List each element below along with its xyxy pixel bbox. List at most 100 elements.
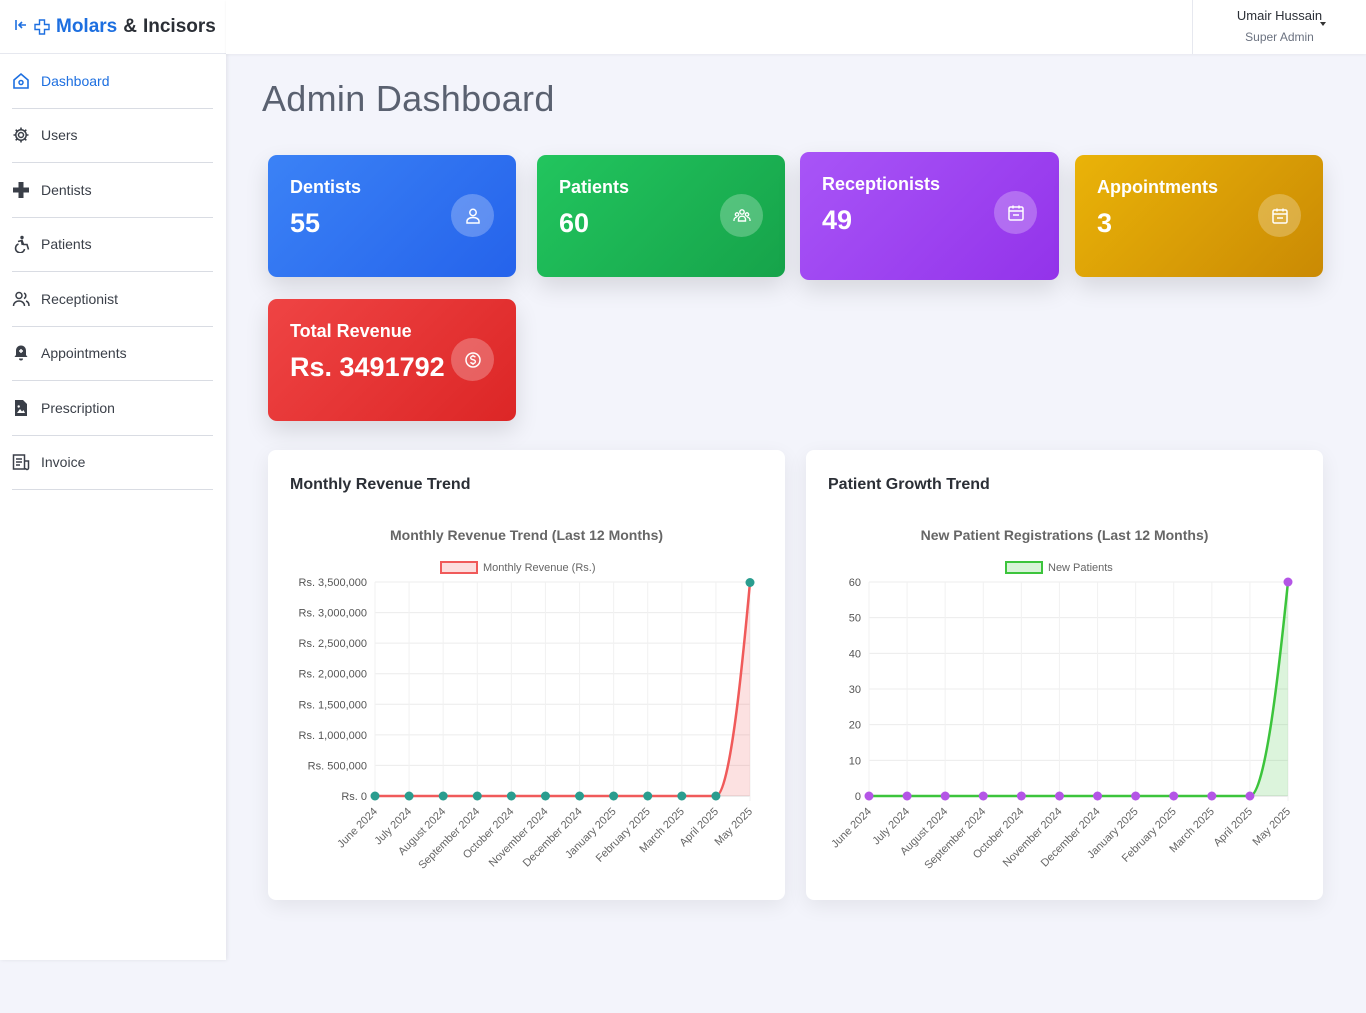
data-point	[643, 791, 653, 801]
stat-card-patients[interactable]: Patients 60	[537, 155, 785, 277]
sidebar-item-dashboard[interactable]: Dashboard	[12, 54, 213, 109]
sidebar-item-label: Dashboard	[41, 72, 110, 89]
x-tick-label: September 2024	[416, 806, 482, 872]
sidebar-item-label: Appointments	[41, 345, 127, 362]
y-tick-label: 30	[849, 684, 861, 696]
sidebar-item-label: Invoice	[41, 454, 86, 471]
x-tick-label: April 2025	[1212, 806, 1256, 850]
brand: Molars & Incisors	[0, 0, 226, 54]
user-role: Super Admin	[1245, 30, 1314, 44]
data-point	[540, 791, 550, 801]
y-tick-label: Rs. 1,500,000	[299, 699, 368, 711]
sidebar-item-label: Receptionist	[41, 290, 119, 307]
topbar: Umair Hussain Super Admin	[226, 0, 1366, 54]
sidebar-item-users[interactable]: Users	[12, 109, 213, 163]
data-point	[711, 791, 721, 801]
medical-cross-icon	[34, 18, 50, 35]
panel-title: Patient Growth Trend	[828, 476, 990, 493]
x-tick-label: December 2024	[521, 806, 585, 870]
legend-swatch	[1005, 561, 1043, 574]
receipt-icon	[12, 454, 30, 471]
y-tick-label: Rs. 500,000	[308, 760, 367, 772]
data-point	[978, 791, 988, 801]
data-point	[745, 578, 755, 588]
revenue-line-chart: Monthly Revenue Trend (Last 12 Months) Mo…	[299, 527, 756, 872]
data-point	[1054, 791, 1064, 801]
file-image-icon	[15, 399, 27, 416]
stat-card-appointments[interactable]: Appointments 3	[1075, 155, 1323, 277]
data-point	[575, 791, 585, 801]
data-point	[370, 791, 380, 801]
y-tick-label: Rs. 1,000,000	[299, 730, 368, 742]
series-area	[375, 582, 750, 796]
brand-name-part1: Molars	[56, 15, 118, 37]
legend-swatch	[440, 561, 478, 574]
data-point	[472, 791, 482, 801]
sidebar-item-label: Patients	[41, 236, 92, 253]
bell-icon	[14, 345, 28, 361]
y-tick-label: 60	[849, 577, 861, 589]
accessibility-icon	[14, 236, 30, 254]
sidebar-item-label: Prescription	[41, 399, 115, 416]
data-point	[677, 791, 687, 801]
x-tick-label: May 2025	[1250, 806, 1293, 849]
x-tick-label: June 2024	[335, 806, 380, 851]
stat-card-receptionists[interactable]: Receptionists 49	[800, 152, 1059, 280]
user-name: Umair Hussain	[1236, 8, 1323, 23]
data-point	[609, 791, 619, 801]
sidebar-item-invoice[interactable]: Invoice	[12, 436, 213, 490]
data-point	[438, 791, 448, 801]
y-tick-label: 50	[849, 613, 861, 625]
chart-title: New Patient Registrations (Last 12 Month…	[921, 527, 1209, 543]
sidebar-item-dentists[interactable]: Dentists	[12, 163, 213, 218]
stat-card-dentists[interactable]: Dentists 55	[268, 155, 516, 277]
dollar-circle-icon	[451, 338, 494, 381]
page-title: Admin Dashboard	[262, 78, 555, 119]
patient-growth-panel: Patient Growth Trend New Patient Registr…	[806, 450, 1323, 900]
y-tick-label: Rs. 3,000,000	[299, 608, 368, 620]
data-point	[404, 791, 414, 801]
chevron-down-icon	[1320, 22, 1326, 26]
y-tick-label: 0	[855, 791, 861, 803]
revenue-trend-panel: Monthly Revenue Trend Monthly Revenue Tr…	[268, 450, 785, 900]
legend-label: Monthly Revenue (Rs.)	[483, 562, 596, 574]
group-icon	[720, 194, 763, 237]
stat-card-revenue[interactable]: Total Revenue Rs. 3491792	[268, 299, 516, 421]
patient-line-chart: New Patient Registrations (Last 12 Month…	[829, 527, 1293, 872]
sidebar-item-patients[interactable]: Patients	[12, 218, 213, 272]
panel-title: Monthly Revenue Trend	[290, 476, 471, 493]
series-line	[375, 582, 752, 798]
y-tick-label: Rs. 0	[341, 791, 367, 803]
data-point	[1245, 791, 1255, 801]
sidebar-item-receptionist[interactable]: Receptionist	[12, 272, 213, 327]
sidebar-item-prescription[interactable]: Prescription	[12, 381, 213, 436]
y-tick-label: Rs. 2,000,000	[299, 669, 368, 681]
calendar-icon	[1258, 194, 1301, 237]
user-menu[interactable]: Umair Hussain Super Admin	[1192, 0, 1366, 54]
plus-icon	[13, 181, 29, 198]
y-tick-label: 20	[849, 720, 861, 732]
x-tick-label: June 2024	[829, 806, 874, 851]
y-tick-label: Rs. 3,500,000	[299, 577, 368, 589]
gear-icon	[13, 127, 29, 143]
brand-ampersand: &	[123, 15, 137, 37]
sidebar-item-label: Dentists	[41, 181, 92, 198]
collapse-sidebar-icon[interactable]	[14, 18, 28, 36]
data-point	[506, 791, 516, 801]
data-point	[1207, 791, 1217, 801]
brand-name-part2: Incisors	[142, 15, 216, 37]
sidebar: Molars & Incisors Dashboard Users Dentis…	[0, 0, 226, 960]
calendar-icon	[994, 191, 1037, 234]
y-tick-label: Rs. 2,500,000	[299, 638, 368, 650]
sidebar-item-appointments[interactable]: Appointments	[12, 327, 213, 381]
sidebar-nav: Dashboard Users Dentists Patients Recept…	[0, 54, 226, 490]
user-icon	[451, 194, 494, 237]
data-point	[1016, 791, 1026, 801]
stat-label: Receptionists	[822, 174, 941, 194]
y-tick-label: 40	[849, 648, 861, 660]
home-icon	[13, 72, 29, 89]
sidebar-item-label: Users	[41, 127, 78, 144]
data-point	[1169, 791, 1179, 801]
data-point	[1131, 791, 1141, 801]
x-tick-label: November 2024	[487, 806, 551, 870]
